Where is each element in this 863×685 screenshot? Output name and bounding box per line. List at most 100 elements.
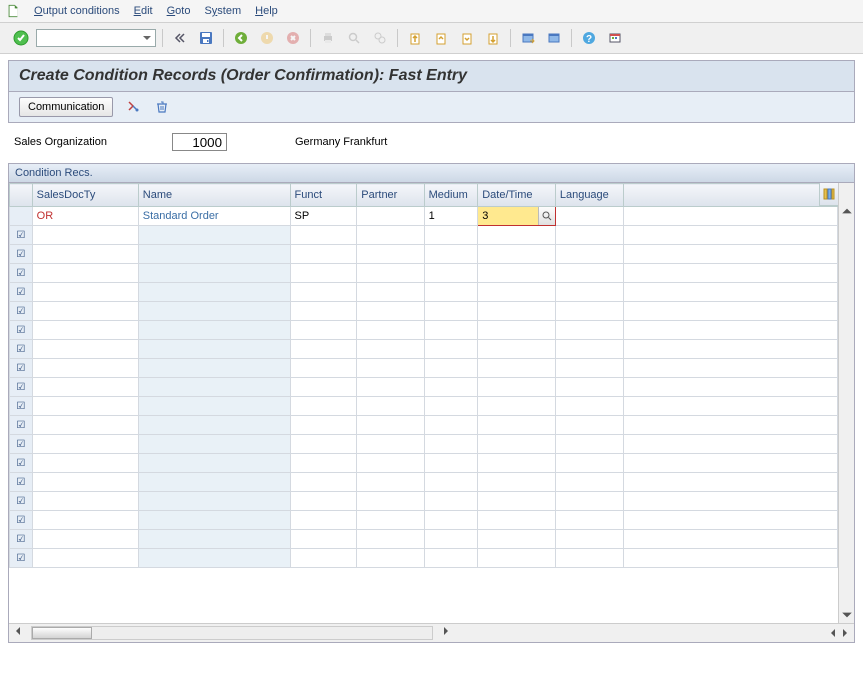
cell-language[interactable] [555,492,623,511]
cell-empty[interactable] [624,264,838,283]
col-header-funct[interactable]: Funct [290,184,357,207]
row-selector[interactable] [10,207,33,226]
cell-empty[interactable] [624,416,838,435]
row-selector[interactable]: ☑ [10,397,33,416]
cell-funct[interactable]: SP [290,207,357,226]
cell-partner[interactable] [357,435,424,454]
cell-language[interactable] [555,302,623,321]
cell-medium[interactable] [424,530,478,549]
cell-funct[interactable] [290,378,357,397]
cell-partner[interactable] [357,492,424,511]
generate-shortcut-button[interactable] [543,27,565,49]
cell-medium[interactable] [424,321,478,340]
cell-language[interactable] [555,340,623,359]
cell-funct[interactable] [290,226,357,245]
cell-empty[interactable] [624,397,838,416]
cell-funct[interactable] [290,359,357,378]
cell-language[interactable] [555,511,623,530]
cancel-button[interactable] [282,27,304,49]
hscroll-thumb[interactable] [32,627,92,639]
cell-funct[interactable] [290,549,357,568]
cell-name[interactable] [138,435,290,454]
cell-funct[interactable] [290,340,357,359]
cell-partner[interactable] [357,340,424,359]
scroll-up-icon[interactable] [841,205,853,217]
cell-datetime[interactable] [478,454,556,473]
cell-medium[interactable] [424,549,478,568]
cell-medium[interactable] [424,416,478,435]
command-field[interactable] [36,29,156,47]
cell-funct[interactable] [290,511,357,530]
cell-name[interactable] [138,473,290,492]
row-selector[interactable]: ☑ [10,245,33,264]
cell-name[interactable] [138,492,290,511]
search-help-icon[interactable] [538,207,555,225]
cell-medium[interactable] [424,454,478,473]
cell-medium[interactable] [424,378,478,397]
cell-datetime[interactable] [478,492,556,511]
cell-partner[interactable] [357,454,424,473]
col-header-medium[interactable]: Medium [424,184,478,207]
layout-button[interactable] [604,27,626,49]
cell-partner[interactable] [357,530,424,549]
cell-funct[interactable] [290,264,357,283]
cell-datetime[interactable] [478,473,556,492]
cell-name[interactable] [138,359,290,378]
scroll-left2-icon[interactable] [828,628,838,638]
row-selector[interactable]: ☑ [10,511,33,530]
cell-partner[interactable] [357,359,424,378]
cell-datetime[interactable] [478,435,556,454]
next-page-button[interactable] [456,27,478,49]
cell-empty[interactable] [624,226,838,245]
cell-datetime[interactable] [478,549,556,568]
cell-empty[interactable] [624,549,838,568]
cell-name[interactable] [138,454,290,473]
cell-empty[interactable] [624,378,838,397]
cell-empty[interactable] [624,283,838,302]
row-selector[interactable]: ☑ [10,226,33,245]
prev-page-button[interactable] [430,27,452,49]
cell-medium[interactable] [424,435,478,454]
menu-goto[interactable]: Goto [167,5,191,17]
horizontal-scrollbar[interactable] [9,623,854,642]
cell-medium[interactable] [424,492,478,511]
row-selector[interactable]: ☑ [10,492,33,511]
menu-system[interactable]: System [204,5,241,17]
cell-medium[interactable] [424,359,478,378]
cell-name[interactable] [138,226,290,245]
row-selector[interactable]: ☑ [10,283,33,302]
row-selector[interactable]: ☑ [10,302,33,321]
cell-funct[interactable] [290,283,357,302]
cell-salesdocty[interactable] [32,511,138,530]
cell-name[interactable] [138,321,290,340]
cell-datetime[interactable] [478,340,556,359]
cell-language[interactable] [555,549,623,568]
cell-salesdocty[interactable] [32,530,138,549]
cell-language[interactable] [555,245,623,264]
row-selector[interactable]: ☑ [10,321,33,340]
cell-medium[interactable] [424,340,478,359]
sales-org-input[interactable] [172,133,227,151]
cell-salesdocty[interactable] [32,283,138,302]
cell-language[interactable] [555,435,623,454]
cell-name[interactable] [138,397,290,416]
cell-partner[interactable] [357,397,424,416]
cell-datetime[interactable] [478,321,556,340]
cell-salesdocty[interactable] [32,245,138,264]
cell-medium[interactable] [424,473,478,492]
menu-collapse-icon[interactable] [169,27,191,49]
cell-datetime[interactable] [478,226,556,245]
cell-salesdocty[interactable] [32,454,138,473]
cell-empty[interactable] [624,302,838,321]
scroll-right2-icon[interactable] [840,628,850,638]
row-selector[interactable]: ☑ [10,264,33,283]
cell-salesdocty[interactable] [32,226,138,245]
cell-partner[interactable] [357,473,424,492]
cell-salesdocty[interactable] [32,492,138,511]
cell-partner[interactable] [357,511,424,530]
cell-medium[interactable] [424,302,478,321]
cell-partner[interactable] [357,302,424,321]
cell-language[interactable] [555,378,623,397]
col-header-name[interactable]: Name [138,184,290,207]
menu-command-icon[interactable] [6,4,20,18]
